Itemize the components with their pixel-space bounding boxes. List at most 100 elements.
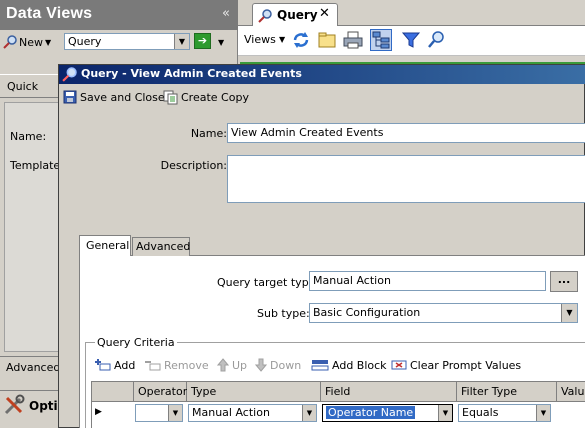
quick-name-label: Name: xyxy=(10,130,47,143)
filter-icon[interactable] xyxy=(400,29,422,51)
type-select[interactable]: Manual Action ▼ xyxy=(188,404,317,422)
add-block-button[interactable]: Add Block xyxy=(311,355,387,375)
query-criteria-toolbar: Add Remove Up Down Add Block Clear Promp… xyxy=(95,355,585,375)
options-bar[interactable]: Optic xyxy=(0,390,65,428)
views-menu[interactable]: Views xyxy=(244,33,276,46)
advanced-tab-label: Advanced xyxy=(6,361,61,374)
save-and-close-label: Save and Close xyxy=(80,90,165,104)
create-copy-button[interactable]: Create Copy xyxy=(163,88,249,106)
views-dropdown-icon[interactable]: ▼ xyxy=(279,35,285,44)
add-block-icon xyxy=(311,358,329,372)
tab-general-label: General xyxy=(86,239,130,252)
chevron-down-icon[interactable]: ▼ xyxy=(174,34,189,49)
description-field[interactable] xyxy=(227,155,585,203)
query-target-type-label: Query target type: xyxy=(217,276,320,289)
advanced-tab[interactable]: Advanced xyxy=(0,356,60,378)
add-block-label: Add Block xyxy=(332,358,387,372)
clear-prompt-label: Clear Prompt Values xyxy=(410,358,522,372)
query-criteria-legend: Query Criteria xyxy=(95,336,177,349)
name-field[interactable]: View Admin Created Events xyxy=(227,123,585,143)
new-button-label: New xyxy=(19,35,43,49)
quick-template-label: Template: xyxy=(10,159,64,172)
filter-type-select[interactable]: Equals ▼ xyxy=(458,404,551,422)
chevron-down-icon[interactable]: ▼ xyxy=(302,405,316,421)
magnifier-icon xyxy=(3,35,17,49)
close-icon[interactable]: ✕ xyxy=(319,6,330,21)
column-header-type[interactable]: Type xyxy=(187,382,321,402)
quick-tab[interactable]: Quick xyxy=(0,74,60,98)
save-icon xyxy=(63,90,77,104)
collapse-pane-icon[interactable]: « xyxy=(222,6,230,21)
tab-query-label: Query xyxy=(277,8,318,22)
move-up-button[interactable]: Up xyxy=(217,355,247,375)
field-value: Operator Name xyxy=(326,406,416,419)
name-label: Name: xyxy=(190,127,227,140)
arrow-up-icon xyxy=(217,358,229,372)
remove-criteria-button[interactable]: Remove xyxy=(145,355,209,375)
data-view-type-select[interactable]: Query ▼ xyxy=(64,33,190,50)
field-select[interactable]: Operator Name ▼ xyxy=(322,404,453,422)
filter-type-value: Equals xyxy=(462,406,499,419)
row-header-cell xyxy=(92,382,134,402)
tab-query[interactable]: Query ✕ xyxy=(252,3,338,27)
description-label: Description: xyxy=(160,159,227,172)
column-header-value[interactable]: Value xyxy=(557,382,585,402)
query-criteria-grid: Operator Type Field Filter Type Value ▶ … xyxy=(91,381,585,428)
chevron-down-icon[interactable]: ▼ xyxy=(438,405,452,421)
clear-icon xyxy=(391,358,407,372)
tree-view-icon[interactable] xyxy=(370,29,392,51)
views-accent-line xyxy=(240,56,585,64)
clear-prompt-values-button[interactable]: Clear Prompt Values xyxy=(391,355,521,375)
dialog-title: Query - View Admin Created Events xyxy=(81,67,302,80)
copy-icon xyxy=(163,90,178,105)
quick-tab-label: Quick xyxy=(7,80,39,93)
column-header-filter-type[interactable]: Filter Type xyxy=(457,382,557,402)
column-header-field[interactable]: Field xyxy=(321,382,457,402)
query-icon xyxy=(258,9,272,23)
tools-icon xyxy=(3,394,25,416)
go-arrow-icon[interactable]: ➔ xyxy=(194,33,211,49)
add-criteria-button[interactable]: Add xyxy=(95,355,135,375)
chevron-down-icon[interactable]: ▼ xyxy=(536,405,550,421)
go-dropdown-icon[interactable]: ▼ xyxy=(218,38,224,47)
tab-advanced-label: Advanced xyxy=(136,240,191,253)
chevron-down-icon[interactable]: ▼ xyxy=(561,304,577,322)
data-view-type-value: Query xyxy=(68,35,102,48)
data-views-title: Data Views xyxy=(6,5,93,22)
current-row-indicator-icon: ▶ xyxy=(95,407,102,417)
refresh-icon[interactable] xyxy=(290,29,312,51)
data-views-header: Data Views « xyxy=(0,0,238,30)
dialog-title-bar[interactable]: Query - View Admin Created Events xyxy=(59,65,585,84)
views-toolbar: Views ▼ xyxy=(238,26,585,56)
new-document-icon[interactable] xyxy=(316,29,338,51)
create-copy-label: Create Copy xyxy=(181,90,249,104)
type-value: Manual Action xyxy=(192,406,270,419)
add-label: Add xyxy=(114,358,136,372)
new-dropdown-icon[interactable]: ▼ xyxy=(45,38,51,47)
sub-type-select[interactable]: Basic Configuration ▼ xyxy=(309,303,578,323)
operator-select[interactable]: ▼ xyxy=(135,404,183,422)
move-down-button[interactable]: Down xyxy=(255,355,301,375)
query-icon xyxy=(62,67,77,82)
sub-type-value: Basic Configuration xyxy=(313,306,421,319)
down-label: Down xyxy=(270,358,302,372)
new-button[interactable]: New ▼ xyxy=(3,33,51,51)
find-icon[interactable] xyxy=(426,29,448,51)
query-dialog: Query - View Admin Created Events Save a… xyxy=(58,64,585,428)
chevron-down-icon[interactable]: ▼ xyxy=(168,405,182,421)
sub-type-label: Sub type: xyxy=(257,307,310,320)
value-cell[interactable] xyxy=(557,403,585,423)
add-row-icon xyxy=(95,358,111,372)
dialog-toolbar: Save and Close Create Copy xyxy=(59,85,585,109)
tab-general[interactable]: General xyxy=(79,235,131,256)
remove-label: Remove xyxy=(164,358,209,372)
tab-advanced[interactable]: Advanced xyxy=(132,237,190,256)
remove-row-icon xyxy=(145,358,161,372)
query-target-type-field[interactable]: Manual Action xyxy=(309,271,546,291)
column-header-operator[interactable]: Operator xyxy=(134,382,187,402)
save-and-close-button[interactable]: Save and Close xyxy=(63,88,165,106)
print-icon[interactable] xyxy=(342,29,364,51)
arrow-down-icon xyxy=(255,358,267,372)
browse-target-type-button[interactable]: ... xyxy=(550,271,578,292)
up-label: Up xyxy=(232,358,248,372)
